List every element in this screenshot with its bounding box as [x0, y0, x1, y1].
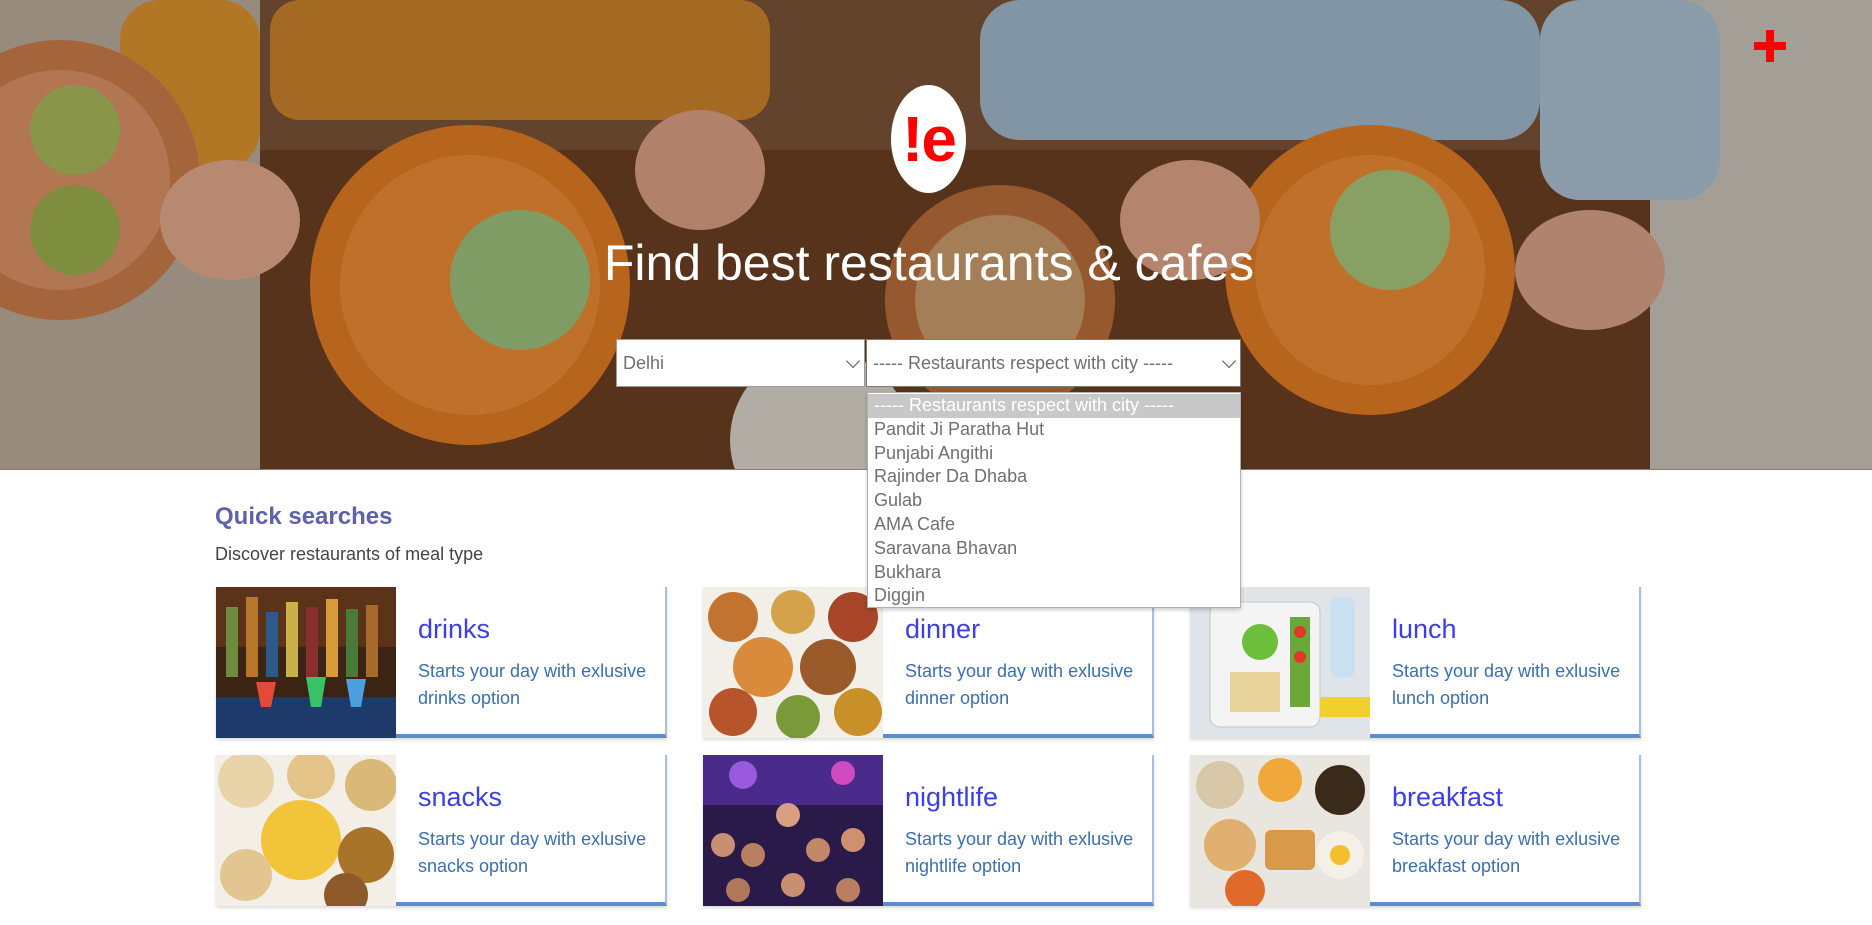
- city-select-value: Delhi: [623, 352, 665, 373]
- nightlife-image: [703, 755, 883, 906]
- snacks-image: [216, 755, 396, 906]
- dropdown-option[interactable]: Gulab: [868, 489, 1240, 513]
- dinner-image: [703, 587, 883, 738]
- dropdown-option[interactable]: Rajinder Da Dhaba: [868, 465, 1240, 489]
- card-description: Starts your day with exlusive breakfast …: [1392, 829, 1621, 876]
- quick-searches-subtitle: Discover restaurants of meal type: [215, 544, 484, 564]
- lunch-image: [1190, 587, 1370, 738]
- card-title[interactable]: breakfast: [1392, 782, 1503, 813]
- card-description: Starts your day with exlusive dinner opt…: [905, 661, 1134, 708]
- hero-title: Find best restaurants & cafes: [603, 235, 1255, 291]
- card-description: Starts your day with exlusive snacks opt…: [418, 829, 647, 876]
- card-title[interactable]: nightlife: [905, 782, 998, 813]
- chevron-down-icon: [845, 353, 861, 369]
- card-title[interactable]: drinks: [418, 614, 490, 645]
- restaurant-dropdown-list: ----- Restaurants respect with city ----…: [867, 392, 1241, 608]
- meal-card-dinner[interactable]: dinner Starts your day with exlusive din…: [703, 587, 1154, 738]
- plus-icon[interactable]: [1752, 28, 1788, 64]
- dropdown-option[interactable]: Pandit Ji Paratha Hut: [868, 418, 1240, 442]
- card-description: Starts your day with exlusive lunch opti…: [1392, 661, 1621, 708]
- chevron-down-icon: [1221, 353, 1237, 369]
- dropdown-option[interactable]: Bukhara: [868, 561, 1240, 585]
- meal-card-drinks[interactable]: drinks Starts your day with exlusive dri…: [216, 587, 667, 738]
- card-title[interactable]: dinner: [905, 614, 980, 645]
- dropdown-option[interactable]: Punjabi Angithi: [868, 442, 1240, 466]
- card-title[interactable]: lunch: [1392, 614, 1457, 645]
- restaurant-select-value: ----- Restaurants respect with city ----…: [873, 352, 1174, 373]
- card-description: Starts your day with exlusive drinks opt…: [418, 661, 647, 708]
- breakfast-image: [1190, 755, 1370, 906]
- meal-card-nightlife[interactable]: nightlife Starts your day with exlusive …: [703, 755, 1154, 906]
- restaurant-select[interactable]: ----- Restaurants respect with city ----…: [866, 339, 1241, 387]
- dropdown-option[interactable]: Saravana Bhavan: [868, 537, 1240, 561]
- dropdown-option[interactable]: Diggin: [868, 584, 1240, 608]
- drinks-image: [216, 587, 396, 738]
- card-title[interactable]: snacks: [418, 782, 502, 813]
- dropdown-option[interactable]: AMA Cafe: [868, 513, 1240, 537]
- meal-card-lunch[interactable]: lunch Starts your day with exlusive lunc…: [1190, 587, 1641, 738]
- meal-card-snacks[interactable]: snacks Starts your day with exlusive sna…: [216, 755, 667, 906]
- card-description: Starts your day with exlusive nightlife …: [905, 829, 1134, 876]
- logo[interactable]: !e: [891, 85, 966, 193]
- city-select[interactable]: Delhi: [616, 339, 865, 387]
- dropdown-option-placeholder[interactable]: ----- Restaurants respect with city ----…: [868, 394, 1240, 418]
- meal-card-breakfast[interactable]: breakfast Starts your day with exlusive …: [1190, 755, 1641, 906]
- quick-searches-heading: Quick searches: [215, 503, 393, 530]
